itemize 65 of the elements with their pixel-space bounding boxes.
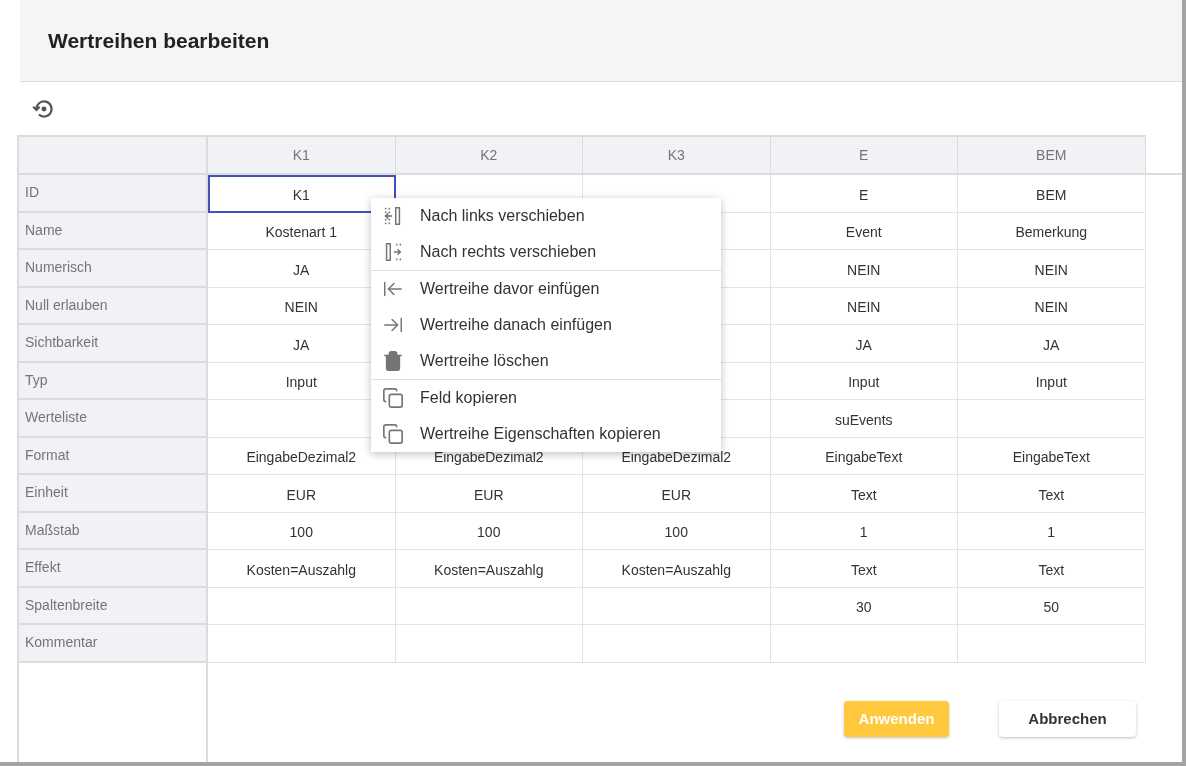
row-label: Spaltenbreite	[19, 587, 206, 625]
table-cell[interactable]	[958, 625, 1146, 663]
table-cell[interactable]: 1	[958, 512, 1146, 550]
copy-icon	[382, 423, 404, 445]
trash-icon	[382, 350, 404, 372]
row-label: Werteliste	[19, 400, 206, 438]
table-cell[interactable]: Text	[958, 550, 1146, 588]
table-cell[interactable]: Kosten=Auszahlg	[208, 550, 396, 588]
row-label: Maßstab	[19, 512, 206, 550]
table-cell[interactable]: Input	[770, 362, 958, 400]
table-cell[interactable]	[770, 625, 958, 663]
row-label: Typ	[19, 362, 206, 400]
copy-icon	[382, 387, 404, 409]
table-cell[interactable]: JA	[958, 325, 1146, 363]
table-cell[interactable]: 30	[770, 587, 958, 625]
table-cell[interactable]: Kosten=Auszahlg	[583, 550, 771, 588]
table-cell[interactable]: NEIN	[770, 287, 958, 325]
table-cell[interactable]: BEM	[958, 175, 1146, 213]
table-cell[interactable]: Kosten=Auszahlg	[395, 550, 583, 588]
table-cell[interactable]: EUR	[395, 475, 583, 513]
cancel-button[interactable]: Abbrechen	[999, 701, 1136, 737]
dialog-title: Wertreihen bearbeiten	[48, 27, 270, 54]
column-header[interactable]: K1	[208, 135, 396, 175]
table-cell[interactable]: NEIN	[770, 250, 958, 288]
column-header[interactable]: E	[770, 135, 958, 175]
column-header[interactable]: BEM	[958, 135, 1146, 175]
row-label: Kommentar	[19, 625, 206, 663]
table-cell[interactable]: suEvents	[770, 400, 958, 438]
table-cell[interactable]	[395, 625, 583, 663]
table-cell[interactable]: E	[770, 175, 958, 213]
row-label: Sichtbarkeit	[19, 325, 206, 363]
table-cell[interactable]: EUR	[583, 475, 771, 513]
table-cell[interactable]: EingabeText	[958, 437, 1146, 475]
table-cell[interactable]: 50	[958, 587, 1146, 625]
table-cell[interactable]: K1	[208, 175, 396, 213]
row-label: Numerisch	[19, 250, 206, 288]
table-cell[interactable]: Event	[770, 212, 958, 250]
table-cell[interactable]: JA	[770, 325, 958, 363]
table-cell[interactable]: 100	[395, 512, 583, 550]
row-label: Null erlauben	[19, 287, 206, 325]
column-header[interactable]: K3	[583, 135, 771, 175]
table-cell[interactable]: EingabeText	[770, 437, 958, 475]
table-cell[interactable]: NEIN	[958, 287, 1146, 325]
table-cell[interactable]	[208, 587, 396, 625]
table-cell[interactable]: NEIN	[958, 250, 1146, 288]
table-cell[interactable]: Text	[770, 475, 958, 513]
row-label: Name	[19, 212, 206, 250]
table-cell[interactable]	[958, 400, 1146, 438]
table-cell[interactable]: 100	[583, 512, 771, 550]
table-cell[interactable]: Input	[958, 362, 1146, 400]
row-label: Effekt	[19, 550, 206, 588]
table-cell[interactable]: Text	[958, 475, 1146, 513]
table-cell[interactable]	[208, 625, 396, 663]
table-cell[interactable]	[583, 587, 771, 625]
table-cell[interactable]	[395, 587, 583, 625]
table-cell[interactable]: Text	[770, 550, 958, 588]
table-cell[interactable]	[583, 625, 771, 663]
row-label: ID	[19, 175, 206, 213]
table-cell[interactable]: Bemerkung	[958, 212, 1146, 250]
row-label: Einheit	[19, 475, 206, 513]
column-header[interactable]: K2	[395, 135, 583, 175]
table-cell[interactable]: 1	[770, 512, 958, 550]
table-cell[interactable]: 100	[208, 512, 396, 550]
table-cell[interactable]: EUR	[208, 475, 396, 513]
row-label: Format	[19, 437, 206, 475]
